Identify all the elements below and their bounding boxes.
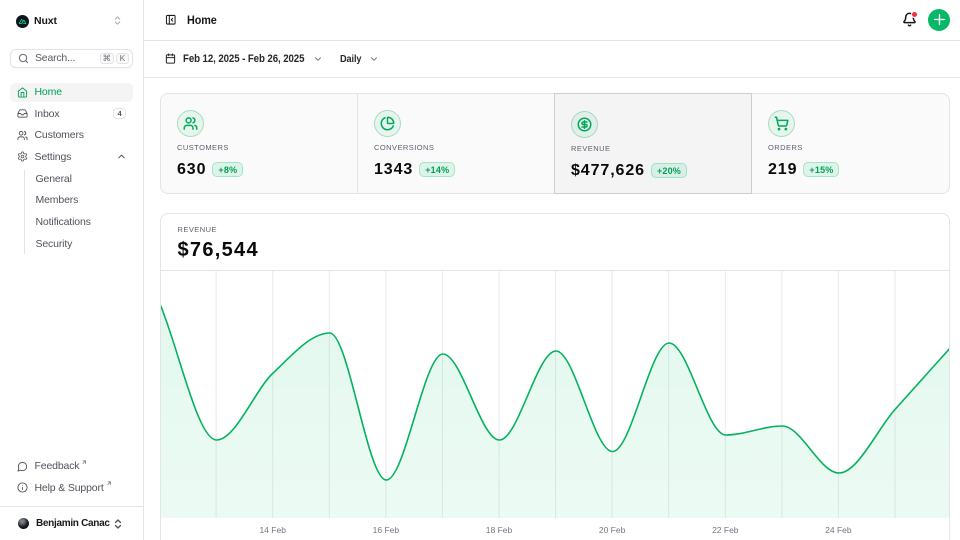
- svg-text:24 Feb: 24 Feb: [825, 525, 852, 535]
- svg-text:20 Feb: 20 Feb: [598, 525, 625, 535]
- svg-text:18 Feb: 18 Feb: [485, 525, 512, 535]
- svg-text:14 Feb: 14 Feb: [259, 525, 286, 535]
- svg-text:22 Feb: 22 Feb: [712, 525, 739, 535]
- svg-text:16 Feb: 16 Feb: [372, 525, 399, 535]
